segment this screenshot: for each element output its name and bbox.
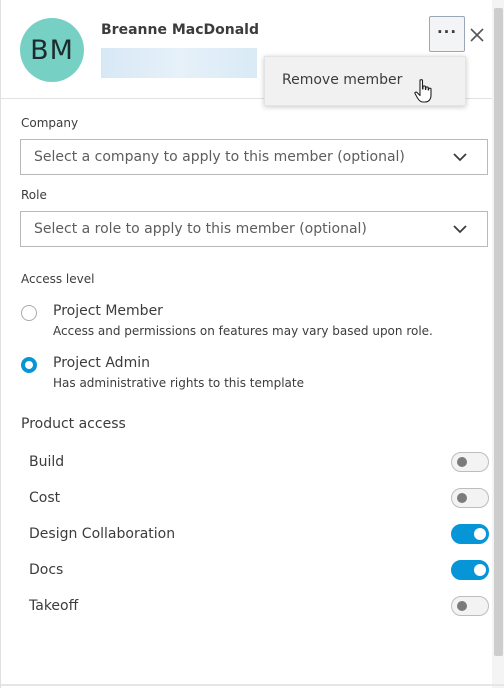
role-label: Role [21, 188, 47, 202]
company-label: Company [21, 116, 79, 130]
product-row-takeoff: Takeoff [29, 596, 489, 618]
product-row-docs: Docs [29, 560, 489, 582]
scrollbar[interactable] [492, 0, 504, 688]
toggle-knob [474, 564, 486, 576]
close-button[interactable] [467, 24, 487, 46]
access-level-label: Access level [21, 272, 95, 286]
toggle-docs[interactable] [451, 560, 489, 580]
more-icon: ··· [436, 23, 458, 41]
toggle-knob [457, 457, 467, 467]
access-option-title: Project Admin [53, 355, 150, 371]
remove-member-menu-item[interactable]: Remove member [265, 57, 465, 105]
access-option-description: Has administrative rights to this templa… [53, 376, 304, 390]
product-name: Takeoff [29, 598, 79, 614]
product-name: Design Collaboration [29, 526, 176, 542]
toggle-knob [474, 528, 486, 540]
radio-project-member[interactable] [21, 305, 37, 321]
product-name: Build [29, 454, 65, 470]
product-row-build: Build [29, 452, 489, 474]
member-details-panel: BM Breanne MacDonald ··· Company Select … [0, 0, 504, 688]
product-row-design-collaboration: Design Collaboration [29, 524, 489, 546]
scrollbar-thumb[interactable] [494, 8, 503, 656]
product-access-title: Product access [21, 416, 126, 432]
toggle-cost[interactable] [451, 488, 489, 508]
company-select[interactable]: Select a company to apply to this member… [20, 139, 488, 175]
toggle-knob [457, 493, 467, 503]
more-options-button[interactable]: ··· [429, 16, 465, 52]
member-name: Breanne MacDonald [101, 22, 259, 38]
access-option-description: Access and permissions on features may v… [53, 324, 433, 338]
hand-cursor-icon [414, 79, 432, 103]
role-select-placeholder: Select a role to apply to this member (o… [34, 221, 367, 237]
product-row-cost: Cost [29, 488, 489, 510]
more-options-menu: Remove member [264, 56, 466, 106]
toggle-takeoff[interactable] [451, 596, 489, 616]
avatar-initials: BM [30, 34, 74, 66]
toggle-build[interactable] [451, 452, 489, 472]
chevron-down-icon [453, 153, 467, 162]
radio-project-admin[interactable] [21, 357, 37, 373]
close-icon [470, 28, 484, 42]
toggle-knob [457, 601, 467, 611]
role-select[interactable]: Select a role to apply to this member (o… [20, 211, 488, 247]
company-select-placeholder: Select a company to apply to this member… [34, 149, 405, 165]
toggle-design-collaboration[interactable] [451, 524, 489, 544]
access-option-title: Project Member [53, 303, 163, 319]
product-name: Docs [29, 562, 64, 578]
product-name: Cost [29, 490, 61, 506]
bottom-divider [1, 684, 504, 686]
avatar: BM [20, 18, 84, 82]
member-email-redacted [101, 48, 257, 78]
chevron-down-icon [453, 225, 467, 234]
